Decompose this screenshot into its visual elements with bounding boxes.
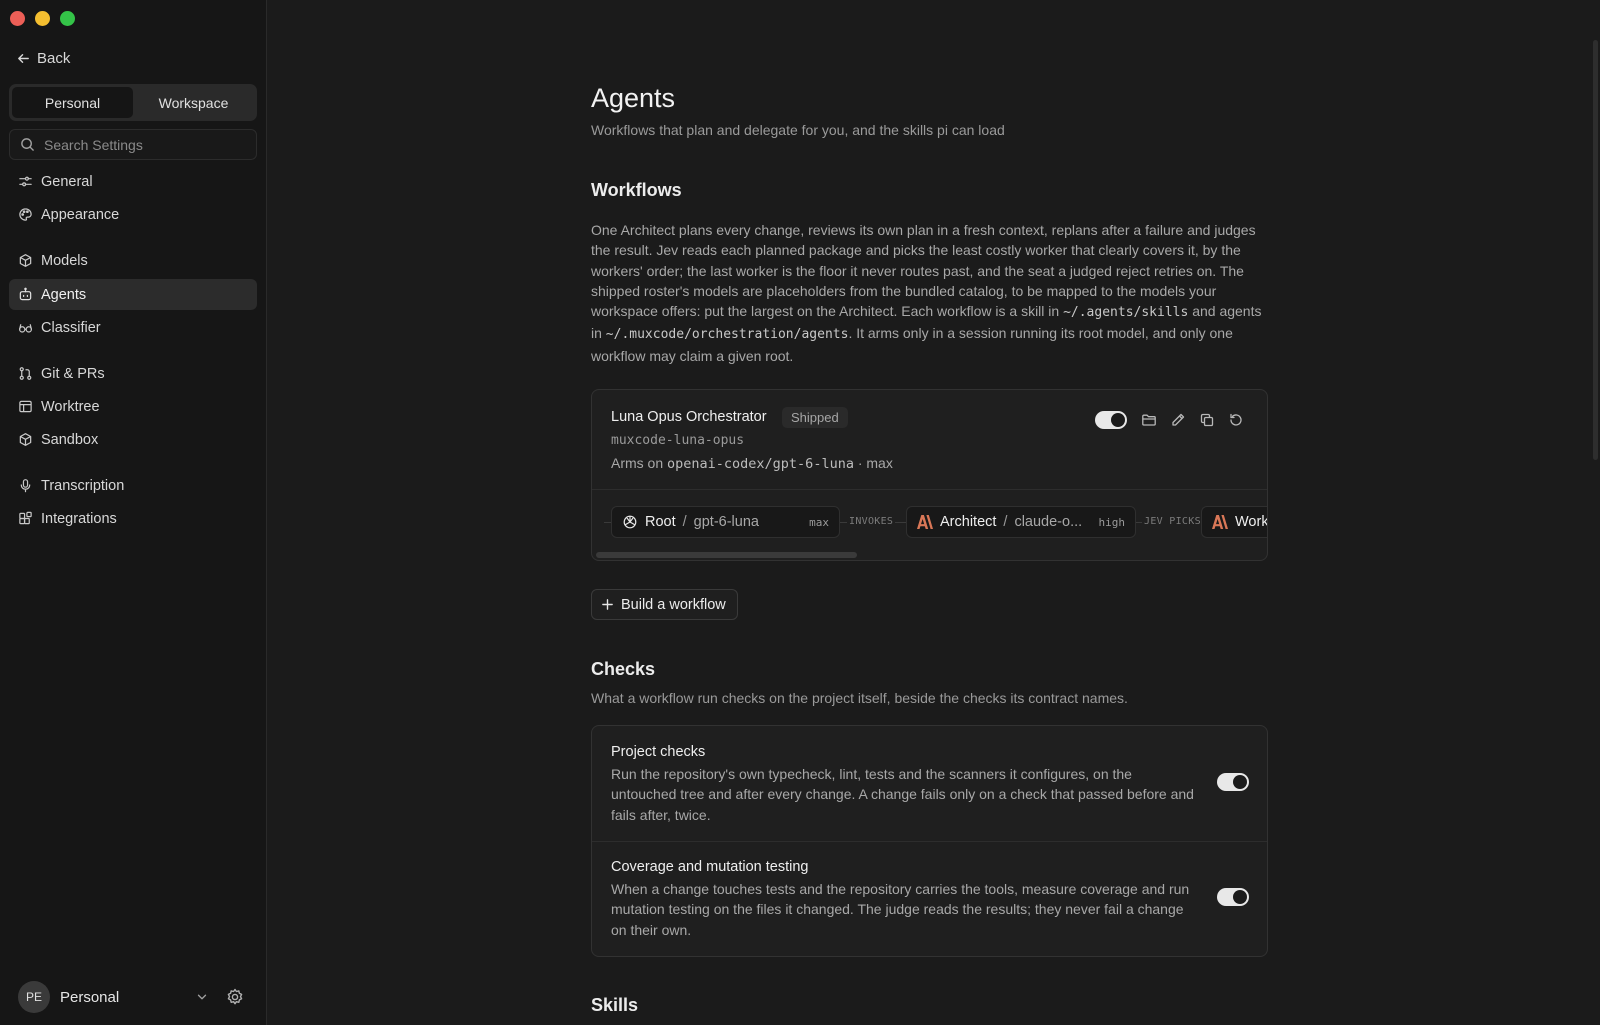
- sidebar-item-sandbox[interactable]: Sandbox: [9, 424, 257, 455]
- build-workflow-label: Build a workflow: [621, 596, 726, 613]
- folder-icon[interactable]: [1141, 412, 1157, 428]
- workflows-description: One Architect plans every change, review…: [591, 222, 1262, 364]
- window-controls: [10, 11, 75, 26]
- sidebar-item-label: Worktree: [41, 398, 100, 415]
- back-button[interactable]: Back: [16, 50, 70, 67]
- microphone-icon: [20, 479, 31, 493]
- check-description: Run the repository's own typecheck, lint…: [611, 766, 1194, 823]
- node-effort: high: [1098, 515, 1126, 529]
- box-icon: [19, 433, 32, 446]
- anthropic-icon: [917, 515, 933, 529]
- pipeline-node-root[interactable]: Root / gpt-6-luna max: [611, 506, 840, 538]
- search-box: [9, 129, 257, 160]
- tab-personal[interactable]: Personal: [12, 87, 133, 118]
- sidebar-item-agents[interactable]: Agents: [9, 279, 257, 310]
- scope-switcher: Personal Workspace: [9, 84, 257, 121]
- check-title: Project checks: [611, 744, 706, 760]
- check-title: Coverage and mutation testing: [611, 859, 809, 875]
- tab-workspace[interactable]: Workspace: [133, 87, 254, 118]
- node-model: gpt-6-luna: [693, 514, 759, 530]
- node-model: claude-o...: [1014, 514, 1083, 530]
- node-role: Root: [645, 514, 676, 530]
- workflows-heading: Workflows: [591, 180, 682, 200]
- skills-heading: Skills: [591, 995, 639, 1015]
- account-name: Personal: [60, 988, 120, 1006]
- sidebar-item-git-prs[interactable]: Git & PRs: [9, 358, 257, 389]
- sidebar-item-integrations[interactable]: Integrations: [9, 503, 257, 534]
- git-pull-request-icon: [19, 367, 32, 380]
- coverage-testing-toggle[interactable]: [1217, 888, 1249, 906]
- plus-icon: [602, 599, 613, 610]
- sidebar-item-label: Models: [41, 252, 88, 269]
- pencil-icon[interactable]: [1170, 412, 1186, 428]
- sidebar-item-label: Agents: [41, 286, 87, 303]
- search-icon: [21, 138, 34, 151]
- page-subtitle: Workflows that plan and delegate for you…: [591, 122, 1005, 138]
- node-role: Work: [1235, 514, 1268, 530]
- edge-label: JEV PICKS: [1142, 516, 1203, 527]
- sidebar-item-transcription[interactable]: Transcription: [9, 470, 257, 501]
- pipeline-node-worker[interactable]: Work: [1201, 506, 1268, 538]
- reset-icon[interactable]: [1228, 412, 1244, 428]
- sidebar-item-label: Classifier: [41, 319, 101, 336]
- cube-icon: [19, 254, 32, 267]
- sidebar-item-label: General: [41, 173, 93, 190]
- workflow-card-header: Luna Opus Orchestrator Shipped muxcode-l…: [592, 390, 1267, 490]
- status-badge: Shipped: [782, 407, 848, 428]
- page-scrollbar[interactable]: [1592, 40, 1600, 460]
- back-label: Back: [37, 50, 71, 67]
- account-switcher[interactable]: PE Personal: [18, 981, 248, 1013]
- search-input[interactable]: [44, 136, 244, 153]
- check-row-project: Project checks Run the repository's own …: [592, 726, 1267, 841]
- sidebar-item-models[interactable]: Models: [9, 245, 257, 276]
- workflow-id: muxcode-luna-opus: [611, 433, 745, 448]
- blocks-icon: [19, 511, 32, 525]
- sidebar-item-label: Integrations: [41, 510, 117, 527]
- sidebar-item-label: Transcription: [41, 477, 125, 494]
- pipeline-node-architect[interactable]: Architect / claude-o... high: [906, 506, 1136, 538]
- sidebar-item-label: Sandbox: [41, 431, 99, 448]
- close-window-button[interactable]: [10, 11, 25, 26]
- settings-sidebar: Back Personal Workspace General Appearan…: [0, 0, 267, 1025]
- workflow-card: Luna Opus Orchestrator Shipped muxcode-l…: [591, 389, 1268, 561]
- zoom-window-button[interactable]: [60, 11, 75, 26]
- chevron-down-icon[interactable]: [195, 990, 209, 1004]
- checks-heading: Checks: [591, 659, 656, 679]
- glasses-icon: [18, 324, 33, 333]
- sidebar-item-label: Appearance: [41, 206, 120, 223]
- sidebar-item-label: Git & PRs: [41, 365, 105, 382]
- workflow-pipeline: Root / gpt-6-luna max INVOKES Architect …: [592, 491, 1268, 560]
- sidebar-item-general[interactable]: General: [9, 166, 257, 197]
- checks-card: Project checks Run the repository's own …: [591, 725, 1268, 957]
- check-row-coverage: Coverage and mutation testing When a cha…: [592, 841, 1267, 956]
- palette-icon: [19, 208, 32, 221]
- node-role: Architect: [940, 514, 997, 530]
- arrow-left-icon: [18, 54, 29, 63]
- pipeline-scrollbar[interactable]: [596, 552, 857, 558]
- project-checks-toggle[interactable]: [1217, 773, 1249, 791]
- copy-icon[interactable]: [1199, 412, 1215, 428]
- robot-icon: [19, 287, 32, 301]
- edge-label: INVOKES: [847, 516, 896, 527]
- workflow-name: Luna Opus Orchestrator: [611, 409, 767, 425]
- build-workflow-button[interactable]: Build a workflow: [591, 589, 738, 620]
- page-title: Agents: [591, 83, 676, 113]
- avatar: PE: [18, 981, 50, 1013]
- gear-icon[interactable]: [225, 987, 245, 1007]
- anthropic-icon: [1212, 515, 1228, 529]
- sidebar-item-appearance[interactable]: Appearance: [9, 199, 257, 230]
- minimize-window-button[interactable]: [35, 11, 50, 26]
- node-effort: max: [809, 515, 829, 529]
- check-description: When a change touches tests and the repo…: [611, 881, 1190, 938]
- sidebar-item-classifier[interactable]: Classifier: [9, 312, 257, 343]
- sidebar-item-worktree[interactable]: Worktree: [9, 391, 257, 422]
- workflow-arms-on: Arms on openai-codex/gpt-6-luna · max: [611, 455, 893, 472]
- worktree-icon: [19, 400, 32, 413]
- workflow-enabled-toggle[interactable]: [1095, 411, 1127, 429]
- sliders-icon: [19, 176, 32, 187]
- checks-subtitle: What a workflow run checks on the projec…: [591, 690, 1128, 706]
- openai-icon: [623, 515, 637, 529]
